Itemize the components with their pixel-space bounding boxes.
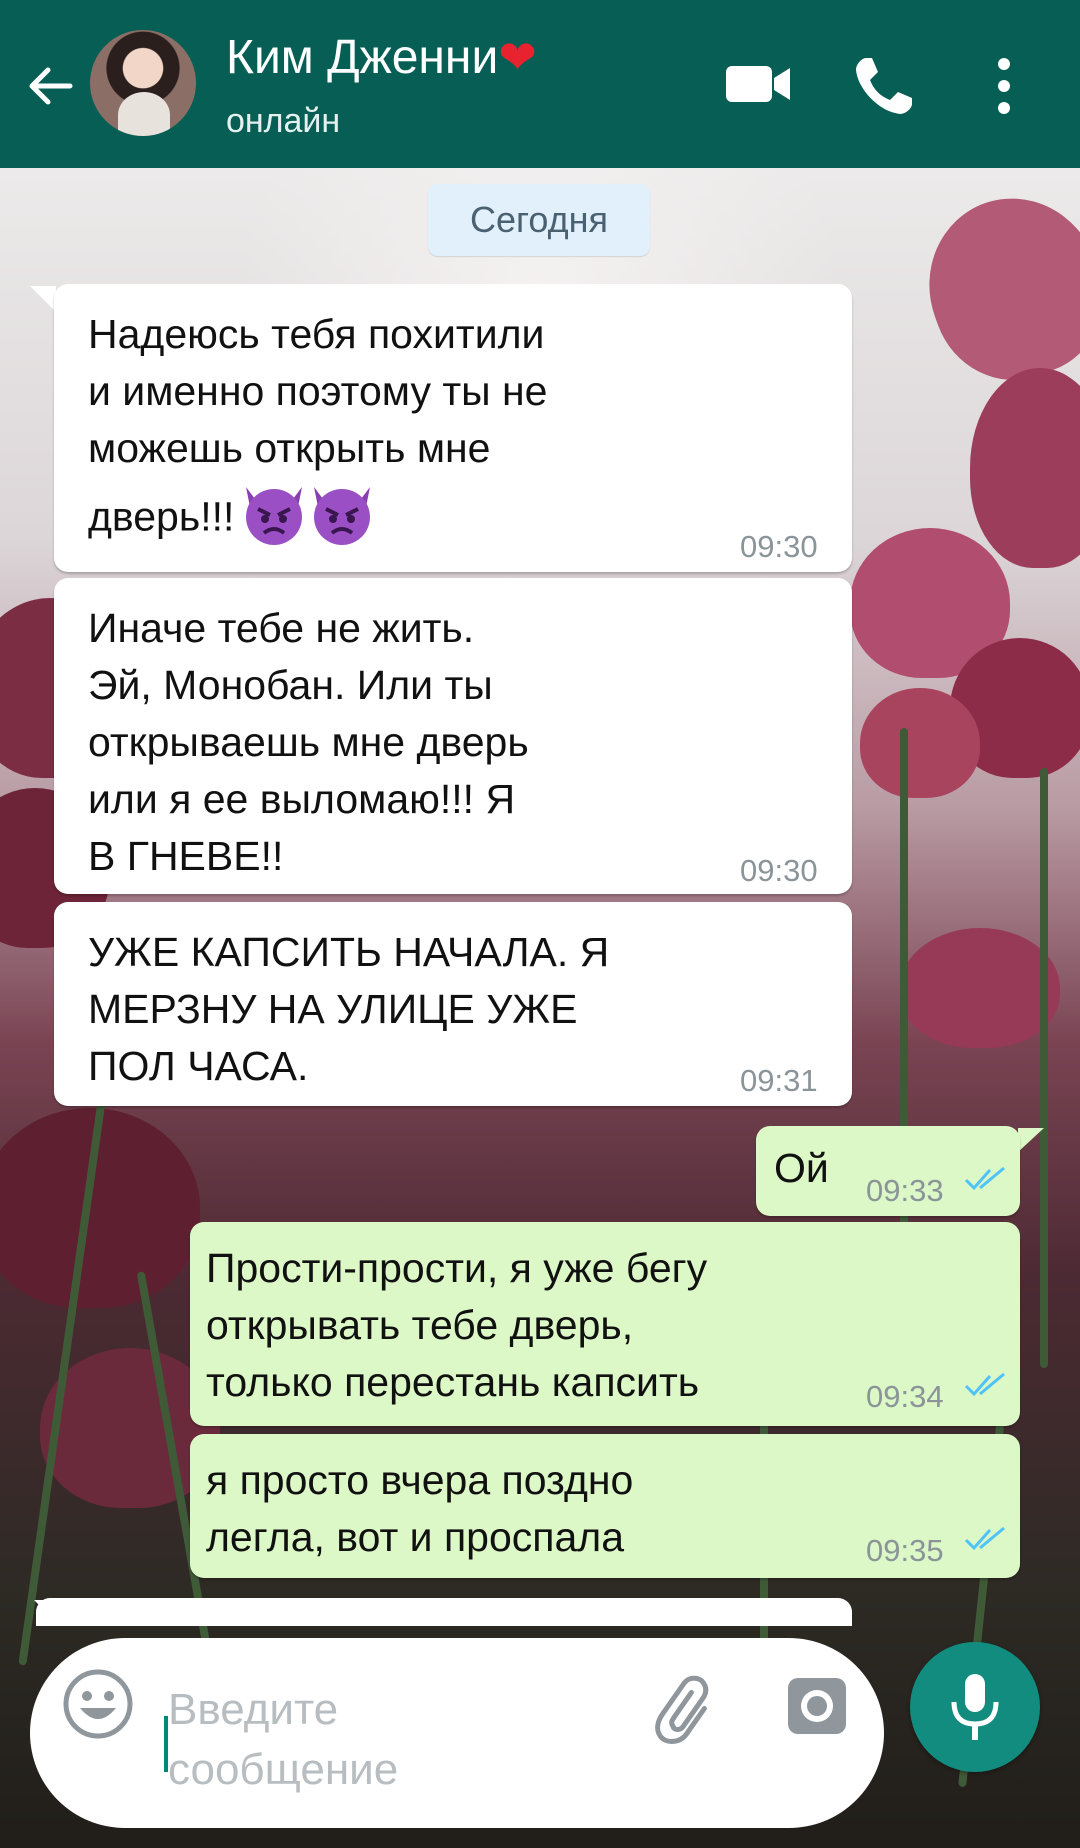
angry-devil-emoji-icon	[240, 477, 376, 562]
bubble-tail	[1018, 1128, 1044, 1152]
message-text: я просто вчера поздно легла, вот и просп…	[206, 1457, 634, 1560]
read-ticks-icon	[964, 1372, 1005, 1397]
phone-icon[interactable]	[852, 54, 916, 118]
message-text: Иначе тебе не жить. Эй, Монобан. Или ты …	[88, 605, 529, 879]
camera-icon[interactable]	[786, 1674, 848, 1736]
message-bubble-outgoing[interactable]: Ой 09:33	[756, 1126, 1020, 1216]
message-input[interactable]: Введите сообщение	[168, 1680, 588, 1800]
microphone-icon	[951, 1674, 999, 1740]
message-text: Прости-прости, я уже бегу открывать тебе…	[206, 1245, 708, 1405]
message-time: 09:34	[866, 1379, 944, 1414]
message-text-wrap: Надеюсь тебя похитили и именно поэтому т…	[88, 306, 547, 562]
message-bubble-outgoing[interactable]: Прости-прости, я уже бегу открывать тебе…	[190, 1222, 1020, 1426]
back-arrow-icon[interactable]	[24, 60, 76, 112]
read-ticks-icon	[964, 1526, 1005, 1551]
contact-name[interactable]: Ким Дженни❤	[226, 30, 537, 85]
contact-name-text: Ким Дженни	[226, 31, 499, 84]
avatar[interactable]	[90, 30, 196, 136]
bubble-tail	[30, 286, 56, 312]
contact-status: онлайн	[226, 102, 341, 140]
message-bubble-outgoing[interactable]: я просто вчера поздно легла, вот и просп…	[190, 1434, 1020, 1578]
message-time: 09:35	[866, 1533, 944, 1568]
message-time: 09:31	[740, 1063, 818, 1098]
emoji-icon[interactable]	[62, 1668, 134, 1740]
message-time: 09:30	[740, 529, 818, 564]
more-vertical-icon[interactable]	[990, 56, 1018, 116]
date-chip: Сегодня	[428, 184, 650, 256]
paperclip-icon[interactable]	[648, 1672, 720, 1744]
chat-header: Ким Дженни❤ онлайн	[0, 0, 1080, 168]
message-text: УЖЕ КАПСИТЬ НАЧАЛА. Я МЕРЗНУ НА УЛИЦЕ УЖ…	[88, 929, 610, 1089]
heart-emoji-icon: ❤	[498, 31, 537, 83]
message-time: 09:30	[740, 853, 818, 888]
message-bubble-incoming[interactable]: Иначе тебе не жить. Эй, Монобан. Или ты …	[54, 578, 852, 894]
read-ticks-icon	[964, 1166, 1005, 1191]
message-time: 09:33	[866, 1173, 944, 1208]
message-bubble-incoming[interactable]: Надеюсь тебя похитили и именно поэтому т…	[54, 284, 852, 572]
message-text: Ой	[774, 1145, 829, 1191]
voice-message-button[interactable]	[910, 1642, 1040, 1772]
message-bubble-incoming[interactable]: УЖЕ КАПСИТЬ НАЧАЛА. Я МЕРЗНУ НА УЛИЦЕ УЖ…	[54, 902, 852, 1106]
video-call-icon[interactable]	[724, 60, 792, 108]
message-bubble-incoming-partial	[36, 1598, 852, 1626]
